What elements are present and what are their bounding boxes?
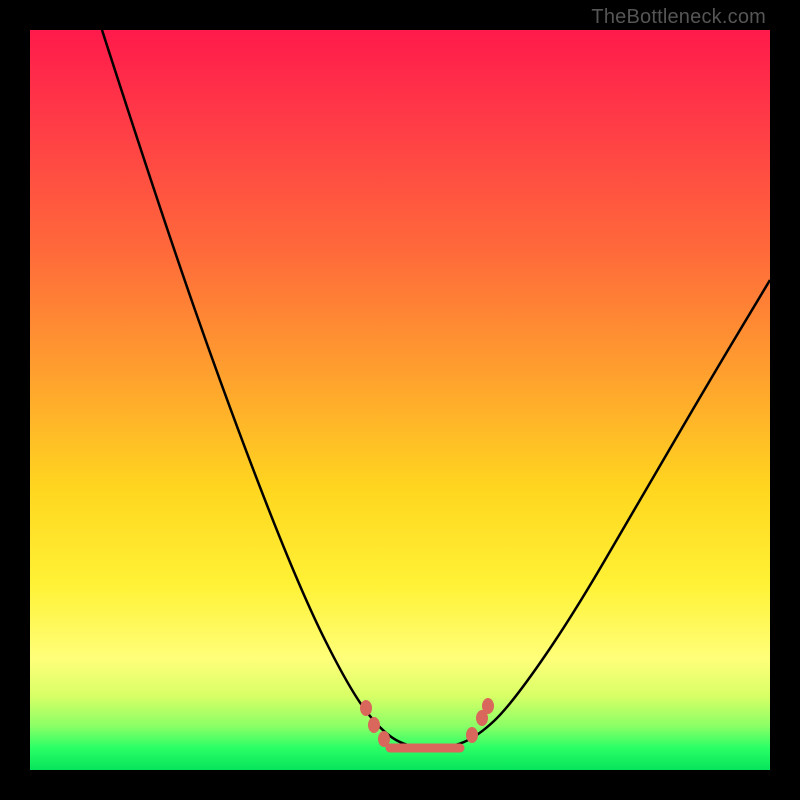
- marker-dot: [360, 700, 372, 716]
- plot-area: [30, 30, 770, 770]
- curve-layer: [30, 30, 770, 770]
- chart-frame: TheBottleneck.com: [0, 0, 800, 800]
- marker-dot: [466, 727, 478, 743]
- right-marker-cluster: [466, 698, 494, 743]
- marker-dot: [482, 698, 494, 714]
- watermark-text: TheBottleneck.com: [591, 6, 766, 29]
- marker-dot: [378, 731, 390, 747]
- left-marker-cluster: [360, 700, 390, 747]
- marker-dot: [368, 717, 380, 733]
- bottleneck-curve: [102, 30, 770, 748]
